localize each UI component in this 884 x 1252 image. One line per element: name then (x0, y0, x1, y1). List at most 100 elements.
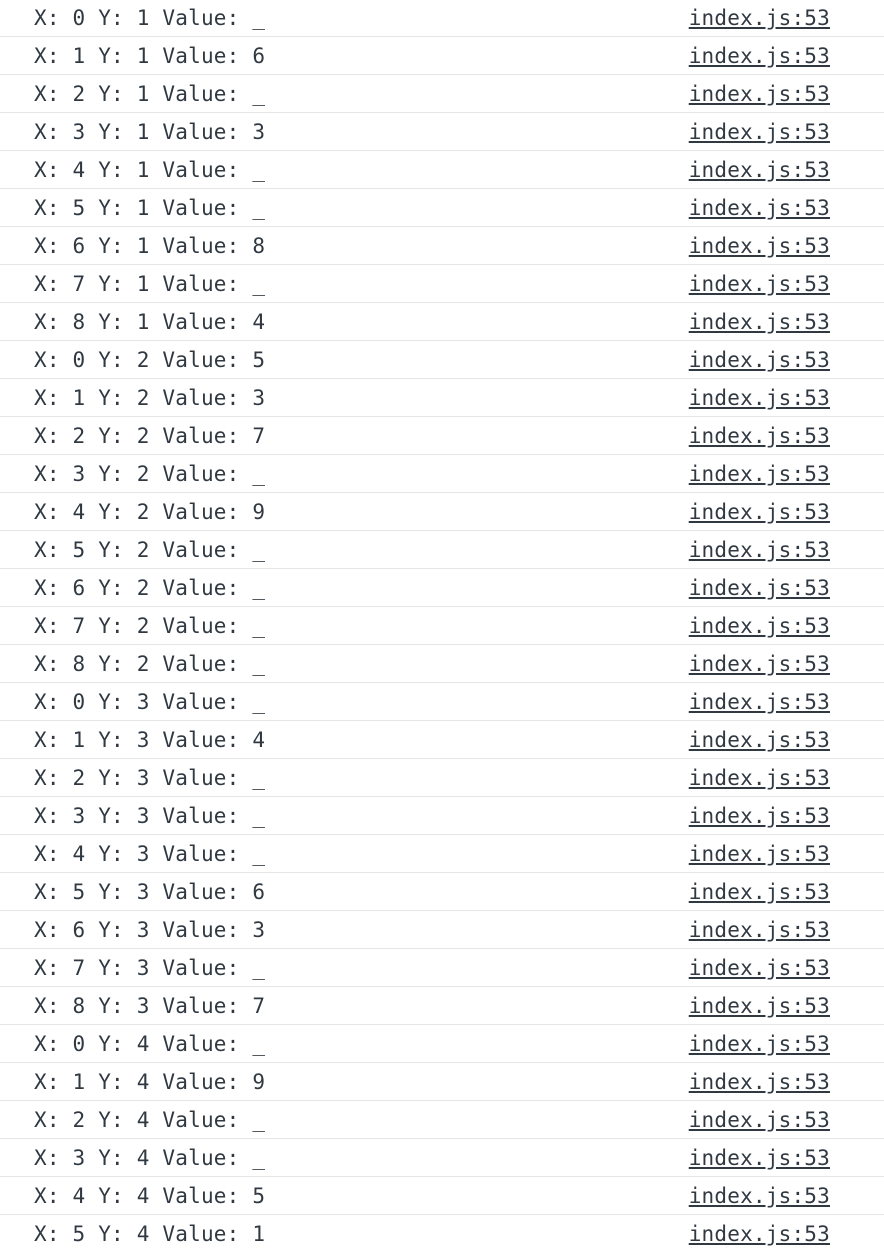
console-source-link[interactable]: index.js:53 (689, 424, 830, 448)
console-source-link[interactable]: index.js:53 (689, 1032, 830, 1056)
console-message-row: X: 5 Y: 2 Value: _ index.js:53 (0, 531, 884, 569)
console-message-text: X: 2 Y: 1 Value: _ (34, 81, 266, 106)
console-source-link[interactable]: index.js:53 (689, 82, 830, 106)
console-message-text: X: 6 Y: 3 Value: 3 (34, 917, 266, 942)
console-message-text: X: 3 Y: 4 Value: _ (34, 1145, 266, 1170)
console-source-link[interactable]: index.js:53 (689, 690, 830, 714)
console-source-link[interactable]: index.js:53 (689, 1108, 830, 1132)
console-message-row: X: 8 Y: 3 Value: 7 index.js:53 (0, 987, 884, 1025)
console-message-text: X: 0 Y: 1 Value: _ (34, 6, 266, 30)
console-message-row: X: 4 Y: 2 Value: 9 index.js:53 (0, 493, 884, 531)
console-source-link[interactable]: index.js:53 (689, 462, 830, 486)
console-message-row: X: 8 Y: 2 Value: _ index.js:53 (0, 645, 884, 683)
console-source-link[interactable]: index.js:53 (689, 44, 830, 68)
console-message-row: X: 6 Y: 1 Value: 8 index.js:53 (0, 227, 884, 265)
console-message-row: X: 2 Y: 4 Value: _ index.js:53 (0, 1101, 884, 1139)
console-message-text: X: 2 Y: 3 Value: _ (34, 765, 266, 790)
console-message-row: X: 7 Y: 3 Value: _ index.js:53 (0, 949, 884, 987)
console-source-link[interactable]: index.js:53 (689, 1222, 830, 1246)
console-message-row: X: 3 Y: 2 Value: _ index.js:53 (0, 455, 884, 493)
console-source-link[interactable]: index.js:53 (689, 918, 830, 942)
console-message-text: X: 4 Y: 3 Value: _ (34, 841, 266, 866)
console-source-link[interactable]: index.js:53 (689, 386, 830, 410)
console-message-text: X: 1 Y: 4 Value: 9 (34, 1069, 266, 1094)
console-source-link[interactable]: index.js:53 (689, 538, 830, 562)
console-source-link[interactable]: index.js:53 (689, 120, 830, 144)
console-log-panel: X: 0 Y: 1 Value: _ index.js:53 X: 1 Y: 1 … (0, 0, 884, 1252)
console-message-text: X: 2 Y: 4 Value: _ (34, 1107, 266, 1132)
console-message-row: X: 0 Y: 2 Value: 5 index.js:53 (0, 341, 884, 379)
console-message-text: X: 8 Y: 2 Value: _ (34, 651, 266, 676)
console-message-text: X: 5 Y: 4 Value: 1 (34, 1221, 266, 1246)
console-message-row: X: 3 Y: 1 Value: 3 index.js:53 (0, 113, 884, 151)
console-message-row: X: 1 Y: 1 Value: 6 index.js:53 (0, 37, 884, 75)
console-message-text: X: 6 Y: 1 Value: 8 (34, 233, 266, 258)
console-source-link[interactable]: index.js:53 (689, 158, 830, 182)
console-message-text: X: 5 Y: 1 Value: _ (34, 195, 266, 220)
console-message-text: X: 2 Y: 2 Value: 7 (34, 423, 266, 448)
console-message-row: X: 1 Y: 4 Value: 9 index.js:53 (0, 1063, 884, 1101)
console-message-text: X: 3 Y: 2 Value: _ (34, 461, 266, 486)
console-message-row: X: 5 Y: 1 Value: _ index.js:53 (0, 189, 884, 227)
console-message-row: X: 5 Y: 3 Value: 6 index.js:53 (0, 873, 884, 911)
console-message-row: X: 0 Y: 1 Value: _ index.js:53 (0, 0, 884, 37)
console-message-row: X: 5 Y: 4 Value: 1 index.js:53 (0, 1215, 884, 1252)
console-message-text: X: 8 Y: 3 Value: 7 (34, 993, 266, 1018)
console-message-text: X: 7 Y: 3 Value: _ (34, 955, 266, 980)
console-source-link[interactable]: index.js:53 (689, 1146, 830, 1170)
console-message-row: X: 0 Y: 3 Value: _ index.js:53 (0, 683, 884, 721)
console-source-link[interactable]: index.js:53 (689, 576, 830, 600)
console-message-text: X: 1 Y: 3 Value: 4 (34, 727, 266, 752)
console-message-row: X: 7 Y: 2 Value: _ index.js:53 (0, 607, 884, 645)
console-message-text: X: 0 Y: 2 Value: 5 (34, 347, 266, 372)
console-message-row: X: 0 Y: 4 Value: _ index.js:53 (0, 1025, 884, 1063)
console-source-link[interactable]: index.js:53 (689, 6, 830, 30)
console-message-row: X: 2 Y: 1 Value: _ index.js:53 (0, 75, 884, 113)
console-message-text: X: 0 Y: 3 Value: _ (34, 689, 266, 714)
console-source-link[interactable]: index.js:53 (689, 234, 830, 258)
console-message-text: X: 4 Y: 2 Value: 9 (34, 499, 266, 524)
console-message-text: X: 1 Y: 1 Value: 6 (34, 43, 266, 68)
console-message-row: X: 1 Y: 2 Value: 3 index.js:53 (0, 379, 884, 417)
console-message-text: X: 3 Y: 3 Value: _ (34, 803, 266, 828)
console-message-text: X: 6 Y: 2 Value: _ (34, 575, 266, 600)
console-source-link[interactable]: index.js:53 (689, 272, 830, 296)
console-source-link[interactable]: index.js:53 (689, 1070, 830, 1094)
console-message-row: X: 2 Y: 2 Value: 7 index.js:53 (0, 417, 884, 455)
console-message-text: X: 8 Y: 1 Value: 4 (34, 309, 266, 334)
console-source-link[interactable]: index.js:53 (689, 728, 830, 752)
console-message-row: X: 8 Y: 1 Value: 4 index.js:53 (0, 303, 884, 341)
console-source-link[interactable]: index.js:53 (689, 842, 830, 866)
console-message-text: X: 3 Y: 1 Value: 3 (34, 119, 266, 144)
console-message-row: X: 2 Y: 3 Value: _ index.js:53 (0, 759, 884, 797)
console-source-link[interactable]: index.js:53 (689, 956, 830, 980)
console-message-row: X: 6 Y: 3 Value: 3 index.js:53 (0, 911, 884, 949)
console-source-link[interactable]: index.js:53 (689, 652, 830, 676)
console-source-link[interactable]: index.js:53 (689, 614, 830, 638)
console-message-row: X: 4 Y: 4 Value: 5 index.js:53 (0, 1177, 884, 1215)
console-source-link[interactable]: index.js:53 (689, 500, 830, 524)
console-message-row: X: 4 Y: 3 Value: _ index.js:53 (0, 835, 884, 873)
console-source-link[interactable]: index.js:53 (689, 348, 830, 372)
console-message-text: X: 7 Y: 2 Value: _ (34, 613, 266, 638)
console-message-text: X: 1 Y: 2 Value: 3 (34, 385, 266, 410)
console-message-row: X: 3 Y: 4 Value: _ index.js:53 (0, 1139, 884, 1177)
console-source-link[interactable]: index.js:53 (689, 804, 830, 828)
console-message-text: X: 7 Y: 1 Value: _ (34, 271, 266, 296)
console-message-text: X: 5 Y: 3 Value: 6 (34, 879, 266, 904)
console-message-text: X: 5 Y: 2 Value: _ (34, 537, 266, 562)
console-source-link[interactable]: index.js:53 (689, 994, 830, 1018)
console-message-row: X: 6 Y: 2 Value: _ index.js:53 (0, 569, 884, 607)
console-source-link[interactable]: index.js:53 (689, 880, 830, 904)
console-source-link[interactable]: index.js:53 (689, 196, 830, 220)
console-message-text: X: 0 Y: 4 Value: _ (34, 1031, 266, 1056)
console-message-row: X: 4 Y: 1 Value: _ index.js:53 (0, 151, 884, 189)
console-message-row: X: 7 Y: 1 Value: _ index.js:53 (0, 265, 884, 303)
console-message-text: X: 4 Y: 1 Value: _ (34, 157, 266, 182)
console-source-link[interactable]: index.js:53 (689, 1184, 830, 1208)
console-message-row: X: 1 Y: 3 Value: 4 index.js:53 (0, 721, 884, 759)
console-message-text: X: 4 Y: 4 Value: 5 (34, 1183, 266, 1208)
console-source-link[interactable]: index.js:53 (689, 310, 830, 334)
console-message-row: X: 3 Y: 3 Value: _ index.js:53 (0, 797, 884, 835)
console-source-link[interactable]: index.js:53 (689, 766, 830, 790)
